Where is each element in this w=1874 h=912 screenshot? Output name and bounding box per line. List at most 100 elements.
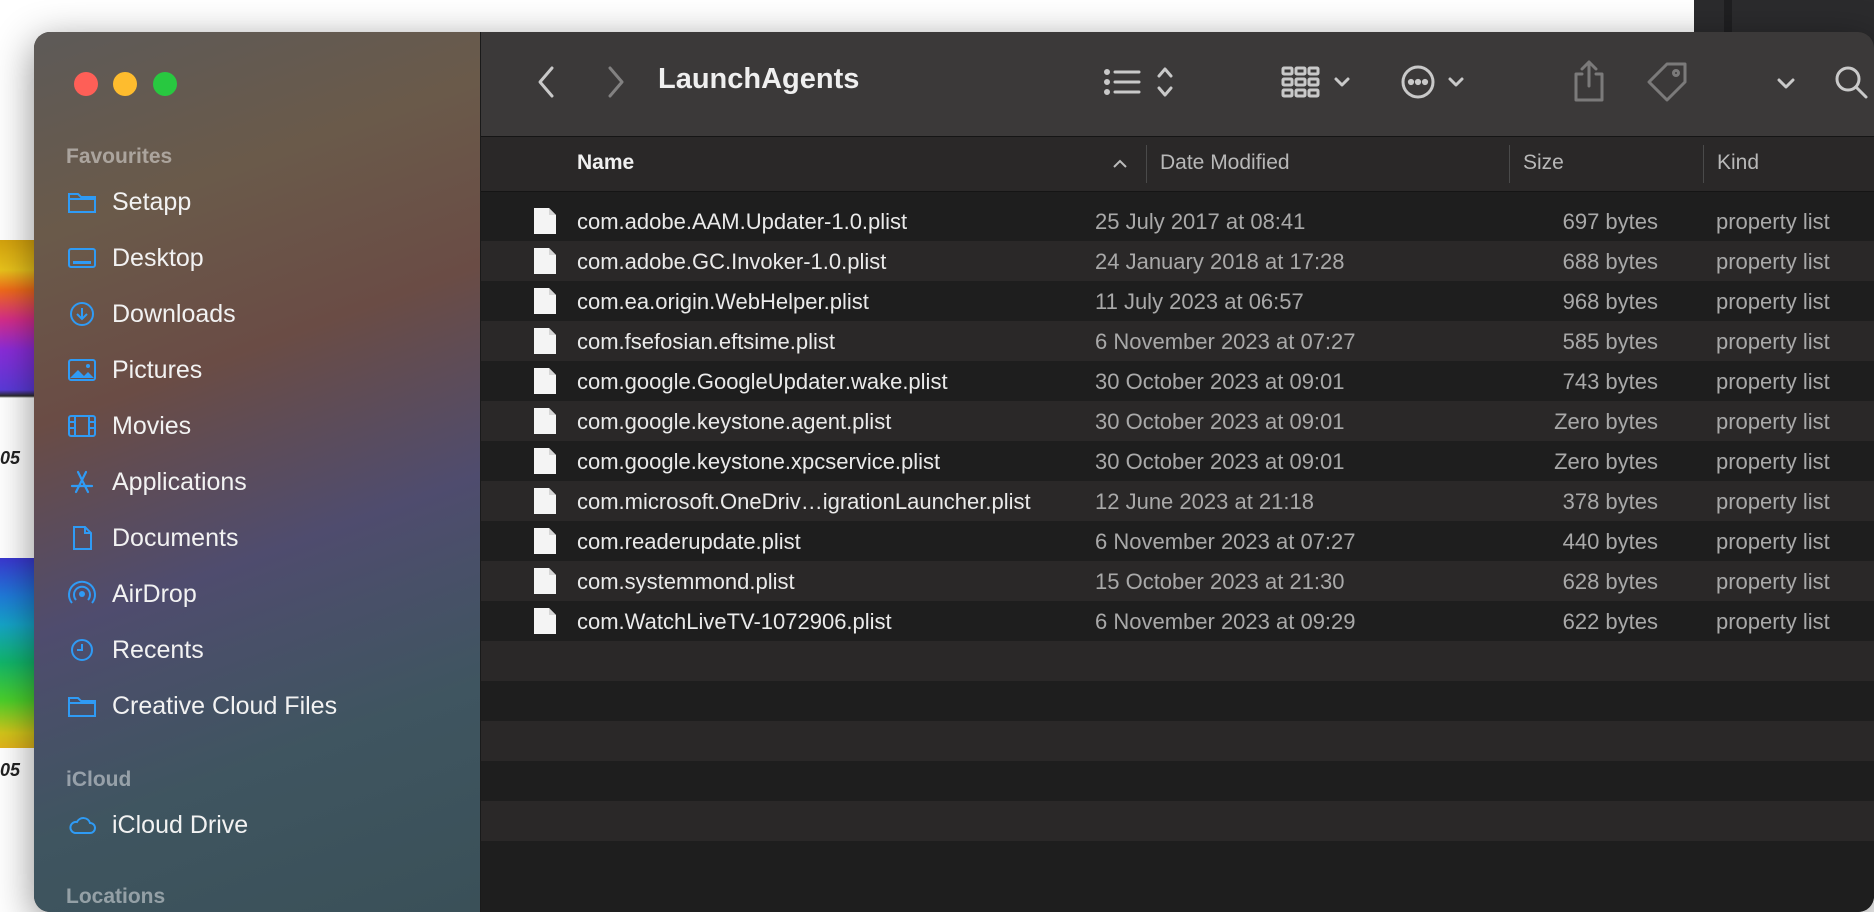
sidebar-item-label: Documents — [112, 523, 239, 552]
sidebar-item-label: Movies — [112, 411, 192, 440]
plist-file-icon — [533, 567, 557, 595]
film-icon — [66, 412, 98, 440]
more-icon — [1401, 65, 1464, 99]
column-header-name[interactable]: Name — [577, 151, 634, 175]
file-name: com.google.keystone.agent.plist — [577, 409, 892, 434]
column-divider[interactable] — [1146, 145, 1147, 183]
sidebar-item-label: Pictures — [112, 355, 203, 384]
file-date-modified: 25 July 2017 at 08:41 — [1095, 209, 1306, 234]
plist-file-icon — [533, 527, 557, 555]
search-button[interactable] — [1831, 62, 1871, 102]
file-date-modified: 24 January 2018 at 17:28 — [1095, 249, 1345, 274]
file-size: Zero bytes — [1554, 409, 1658, 434]
sidebar-item-downloads[interactable]: Downloads — [66, 292, 466, 336]
file-name: com.fsefosian.eftsime.plist — [577, 329, 835, 354]
file-row[interactable]: com.microsoft.OneDriv…igrationLauncher.p… — [481, 481, 1874, 521]
folder-icon — [66, 188, 98, 216]
column-divider[interactable] — [1703, 145, 1704, 183]
column-header-kind[interactable]: Kind — [1717, 151, 1759, 175]
file-date-modified: 6 November 2023 at 07:27 — [1095, 529, 1356, 554]
sidebar-item-desktop[interactable]: Desktop — [66, 236, 466, 280]
tag-button[interactable] — [1643, 60, 1691, 104]
zoom-button[interactable] — [153, 72, 177, 96]
empty-row — [481, 641, 1874, 681]
search-icon — [1835, 66, 1868, 99]
file-size: 378 bytes — [1562, 489, 1658, 514]
toolbar-overflow-button[interactable] — [1771, 70, 1801, 98]
column-header-date-modified[interactable]: Date Modified — [1160, 151, 1290, 175]
column-header: Name Date Modified Size Kind — [481, 137, 1874, 192]
share-button[interactable] — [1571, 58, 1607, 104]
file-kind: property list — [1716, 369, 1830, 394]
chevron-down-icon — [1777, 78, 1795, 89]
sidebar-item-movies[interactable]: Movies — [66, 404, 466, 448]
file-row[interactable]: com.systemmond.plist 15 October 2023 at 2… — [481, 561, 1874, 601]
tag-icon — [1647, 62, 1687, 102]
file-size: Zero bytes — [1554, 449, 1658, 474]
file-name: com.readerupdate.plist — [577, 529, 801, 554]
plist-file-icon — [533, 247, 557, 275]
file-date-modified: 30 October 2023 at 09:01 — [1095, 449, 1345, 474]
file-name: com.ea.origin.WebHelper.plist — [577, 289, 869, 314]
file-size: 440 bytes — [1562, 529, 1658, 554]
photo-icon — [66, 356, 98, 384]
file-size: 743 bytes — [1562, 369, 1658, 394]
file-row[interactable]: com.readerupdate.plist 6 November 2023 at… — [481, 521, 1874, 561]
file-row[interactable]: com.ea.origin.WebHelper.plist 11 July 202… — [481, 281, 1874, 321]
sidebar-section-favourites: Favourites — [66, 145, 173, 168]
plist-file-icon — [533, 207, 557, 235]
back-button[interactable] — [529, 62, 563, 102]
file-date-modified: 6 November 2023 at 09:29 — [1095, 609, 1356, 634]
sidebar-item-airdrop[interactable]: AirDrop — [66, 572, 466, 616]
file-row[interactable]: com.WatchLiveTV-1072906.plist 6 November … — [481, 601, 1874, 641]
close-button[interactable] — [74, 72, 98, 96]
file-name: com.WatchLiveTV-1072906.plist — [577, 609, 892, 634]
plist-file-icon — [533, 287, 557, 315]
sidebar-item-creative-cloud-files[interactable]: Creative Cloud Files — [66, 684, 466, 728]
sidebar-item-documents[interactable]: Documents — [66, 516, 466, 560]
file-date-modified: 11 July 2023 at 06:57 — [1095, 289, 1304, 314]
sidebar-item-pictures[interactable]: Pictures — [66, 348, 466, 392]
file-name: com.google.keystone.xpcservice.plist — [577, 449, 941, 474]
sidebar: Favourites Setapp Desktop Downloads Pict… — [34, 32, 481, 912]
action-button[interactable] — [1401, 62, 1477, 102]
empty-row — [481, 721, 1874, 761]
sidebar-item-applications[interactable]: Applications — [66, 460, 466, 504]
file-row[interactable]: com.google.keystone.agent.plist 30 Octobe… — [481, 401, 1874, 441]
file-row[interactable]: com.google.GoogleUpdater.wake.plist 30 Oc… — [481, 361, 1874, 401]
file-row[interactable]: com.adobe.GC.Invoker-1.0.plist 24 January… — [481, 241, 1874, 281]
file-size: 622 bytes — [1562, 609, 1658, 634]
minimize-button[interactable] — [113, 72, 137, 96]
finder-window: Favourites Setapp Desktop Downloads Pict… — [34, 32, 1874, 912]
sidebar-item-label: AirDrop — [112, 579, 197, 608]
grid-icon — [1281, 66, 1350, 98]
chevron-left-icon — [538, 66, 554, 98]
window-title: LaunchAgents — [658, 63, 860, 95]
file-row[interactable]: com.google.keystone.xpcservice.plist 30 O… — [481, 441, 1874, 481]
forward-button[interactable] — [599, 62, 633, 102]
file-kind: property list — [1716, 449, 1830, 474]
file-row[interactable]: com.adobe.AAM.Updater-1.0.plist 25 July 2… — [481, 201, 1874, 241]
sidebar-item-label: Recents — [112, 635, 204, 664]
sidebar-item-recents[interactable]: Recents — [66, 628, 466, 672]
file-size: 585 bytes — [1562, 329, 1658, 354]
sidebar-item-setapp[interactable]: Setapp — [66, 180, 466, 224]
group-button[interactable] — [1281, 62, 1357, 102]
plist-file-icon — [533, 327, 557, 355]
plist-file-icon — [533, 607, 557, 635]
sidebar-section-locations: Locations — [66, 885, 166, 908]
empty-row — [481, 801, 1874, 841]
column-header-size[interactable]: Size — [1523, 151, 1564, 175]
file-size: 688 bytes — [1562, 249, 1658, 274]
cloud-icon — [66, 811, 98, 839]
sidebar-item-icloud-drive[interactable]: iCloud Drive — [66, 803, 466, 847]
file-date-modified: 12 June 2023 at 21:18 — [1095, 489, 1314, 514]
chevron-right-icon — [608, 66, 624, 98]
file-kind: property list — [1716, 489, 1830, 514]
view-options-button[interactable] — [1101, 62, 1181, 102]
column-divider[interactable] — [1509, 145, 1510, 183]
file-kind: property list — [1716, 289, 1830, 314]
empty-row — [481, 681, 1874, 721]
file-list: com.adobe.AAM.Updater-1.0.plist 25 July 2… — [481, 201, 1874, 881]
file-row[interactable]: com.fsefosian.eftsime.plist 6 November 20… — [481, 321, 1874, 361]
